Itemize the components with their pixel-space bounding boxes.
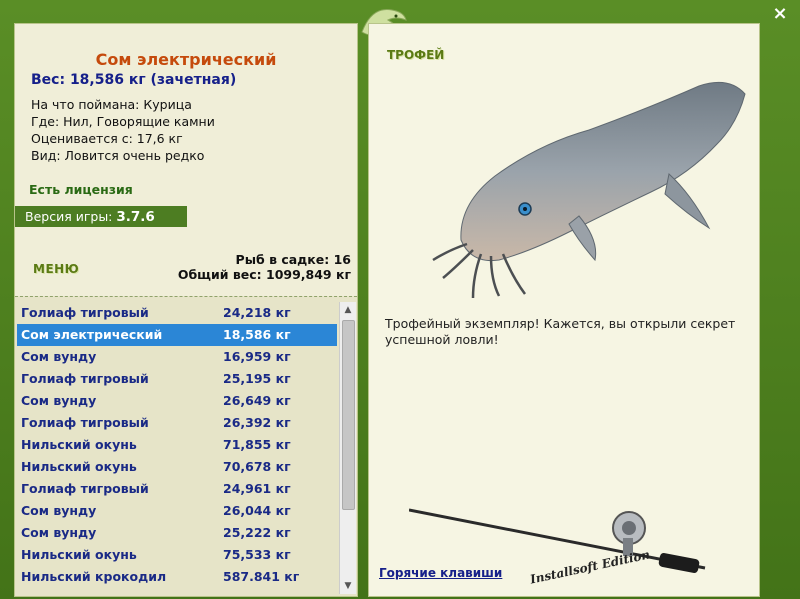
menu-button[interactable]: МЕНЮ <box>33 262 79 276</box>
version-label: Версия игры: <box>25 209 113 224</box>
catch-fish-name: Сом вунду <box>21 349 97 364</box>
catch-list-item[interactable]: Сом вунду 26,044 кг <box>17 500 337 522</box>
catch-fish-name: Сом вунду <box>21 393 97 408</box>
catch-list-item[interactable]: Сом вунду 26,649 кг <box>17 390 337 412</box>
catch-fish-weight: 26,392 кг <box>223 415 291 430</box>
catfish-image <box>432 81 746 299</box>
trophy-label: ТРОФЕЙ <box>387 48 445 62</box>
catch-fish-weight: 25,222 кг <box>223 525 291 540</box>
catch-list-item[interactable]: Нильский окунь 70,678 кг <box>17 456 337 478</box>
catch-fish-weight: 26,649 кг <box>223 393 291 408</box>
catch-fish-weight: 587.841 кг <box>223 569 300 584</box>
catch-fish-name: Сом вунду <box>21 525 97 540</box>
catch-fish-name: Сом вунду <box>21 503 97 518</box>
fish-title: Сом электрический <box>95 50 277 69</box>
catch-fish-weight: 26,044 кг <box>223 503 291 518</box>
catch-fish-name: Голиаф тигровый <box>21 481 149 496</box>
trophy-message: Трофейный экземпляр! Кажется, вы открыли… <box>385 316 736 347</box>
license-status: Есть лицензия <box>29 182 133 197</box>
catch-list-item[interactable]: Голиаф тигровый 25,195 кг <box>17 368 337 390</box>
fish-weight: Вес: 18,586 кг (зачетная) <box>31 72 237 88</box>
scroll-thumb[interactable] <box>342 320 355 510</box>
info-location: Где: Нил, Говорящие камни <box>31 114 215 129</box>
version-value: 3.7.6 <box>116 209 155 225</box>
info-rated: Оценивается с: 17,6 кг <box>31 131 183 146</box>
fish-info: На что поймана: Курица Где: Нил, Говорящ… <box>31 96 215 164</box>
catch-fish-weight: 24,961 кг <box>223 481 291 496</box>
catch-list-item[interactable]: Сом вунду 16,959 кг <box>17 346 337 368</box>
catch-fish-weight: 70,678 кг <box>223 459 291 474</box>
catch-list-container: Голиаф тигровый 24,218 кг Сом электрически… <box>15 296 357 596</box>
catch-fish-name: Нильский окунь <box>21 547 137 562</box>
hotkeys-link[interactable]: Горячие клавиши <box>379 566 502 580</box>
catch-list-item[interactable]: Голиаф тигровый 24,218 кг <box>17 302 337 324</box>
list-scrollbar[interactable]: ▲ ▼ <box>339 302 356 594</box>
info-bait: На что поймана: Курица <box>31 97 192 112</box>
scroll-up-icon[interactable]: ▲ <box>340 302 356 318</box>
catch-fish-weight: 16,959 кг <box>223 349 291 364</box>
scroll-down-icon[interactable]: ▼ <box>340 578 356 594</box>
catch-fish-weight: 75,533 кг <box>223 547 291 562</box>
catch-fish-name: Голиаф тигровый <box>21 305 149 320</box>
catch-list-item[interactable]: Нильский крокодил 587.841 кг <box>17 566 337 588</box>
game-window-frame: × Сом электрический Вес: 18,586 кг (заче… <box>0 0 800 599</box>
list-divider <box>15 296 357 298</box>
catch-fish-name: Нильский крокодил <box>21 569 167 584</box>
catch-fish-weight: 24,218 кг <box>223 305 291 320</box>
catch-list: Голиаф тигровый 24,218 кг Сом электрически… <box>17 302 337 588</box>
catch-fish-weight: 18,586 кг <box>223 327 291 342</box>
catch-fish-name: Нильский окунь <box>21 437 137 452</box>
game-version: Версия игры: 3.7.6 <box>15 206 187 227</box>
close-button[interactable]: × <box>770 4 790 24</box>
fish-count: Рыб в садке: 16 <box>235 252 351 267</box>
catch-list-item[interactable]: Голиаф тигровый 26,392 кг <box>17 412 337 434</box>
catch-list-item[interactable]: Нильский окунь 75,533 кг <box>17 544 337 566</box>
catch-fish-weight: 71,855 кг <box>223 437 291 452</box>
catch-fish-name: Голиаф тигровый <box>21 371 149 386</box>
catch-list-item[interactable]: Сом вунду 25,222 кг <box>17 522 337 544</box>
catch-list-item[interactable]: Голиаф тигровый 24,961 кг <box>17 478 337 500</box>
keepnet-stats: Рыб в садке: 16 Общий вес: 1099,849 кг <box>178 252 351 282</box>
catch-fish-name: Сом электрический <box>21 327 163 342</box>
trophy-panel: ТРОФЕЙ Трофейный экземпляр! Кажется, вы … <box>368 23 760 597</box>
catch-list-item[interactable]: Нильский окунь 71,855 кг <box>17 434 337 456</box>
catch-list-item[interactable]: Сом электрический 18,586 кг <box>17 324 337 346</box>
catch-fish-name: Нильский окунь <box>21 459 137 474</box>
catch-fish-weight: 25,195 кг <box>223 371 291 386</box>
catch-panel: Сом электрический Вес: 18,586 кг (зачетн… <box>14 23 358 597</box>
total-weight: Общий вес: 1099,849 кг <box>177 267 351 282</box>
info-rarity: Вид: Ловится очень редко <box>31 148 205 163</box>
catch-fish-name: Голиаф тигровый <box>21 415 149 430</box>
